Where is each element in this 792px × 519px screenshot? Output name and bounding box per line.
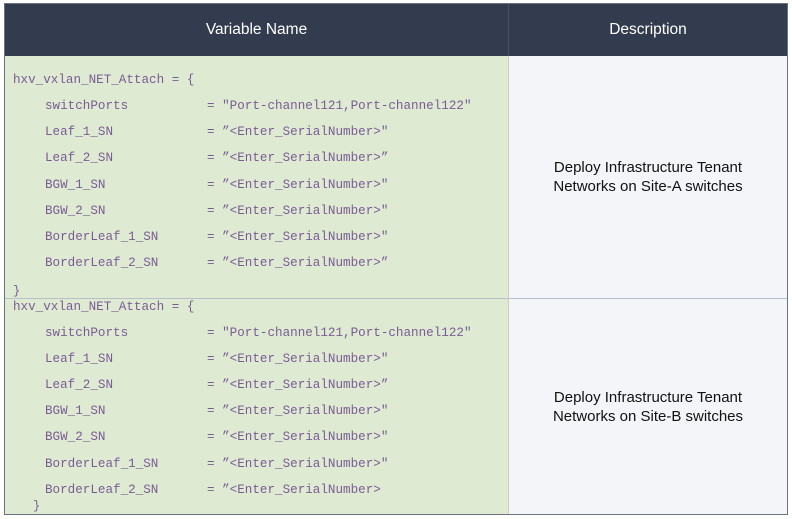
code-entry: Leaf_1_SN = ”<Enter_SerialNumber>" <box>45 351 388 367</box>
code-opening: hxv_vxlan_NET_Attach = { <box>13 300 195 314</box>
entry-value: = ”<Enter_SerialNumber>" <box>207 404 389 418</box>
code-entry: BorderLeaf_1_SN = ”<Enter_SerialNumber>" <box>45 456 388 472</box>
description-line: Deploy Infrastructure Tenant <box>553 388 743 406</box>
header-variable-name: Variable Name <box>5 4 509 56</box>
entry-key: BGW_1_SN <box>45 178 106 192</box>
entry-value: = ”<Enter_SerialNumber>" <box>207 352 389 366</box>
entry-key: BorderLeaf_2_SN <box>45 256 159 270</box>
header-description: Description <box>509 4 787 56</box>
code-entry: Leaf_2_SN = ”<Enter_SerialNumber>” <box>45 150 388 166</box>
entry-key: BorderLeaf_1_SN <box>45 230 159 244</box>
description-line: Deploy Infrastructure Tenant <box>553 159 743 176</box>
entry-value: = ”<Enter_SerialNumber>" <box>207 230 389 244</box>
code-cell-site-b: hxv_vxlan_NET_Attach = { switchPorts = "P… <box>5 299 509 514</box>
entry-key: BorderLeaf_2_SN <box>45 483 159 497</box>
entry-key: BGW_1_SN <box>45 404 106 418</box>
code-cell-site-a: hxv_vxlan_NET_Attach = { switchPorts = "P… <box>5 56 509 299</box>
code-entry: BGW_1_SN = ”<Enter_SerialNumber>" <box>45 403 388 419</box>
code-entry: BGW_2_SN = ”<Enter_SerialNumber>" <box>45 429 388 445</box>
entry-key: Leaf_2_SN <box>45 378 114 392</box>
entry-key: Leaf_1_SN <box>45 125 114 139</box>
entry-key: Leaf_2_SN <box>45 151 114 165</box>
code-entry: Leaf_1_SN = ”<Enter_SerialNumber>" <box>45 124 388 140</box>
entry-value: = ”<Enter_SerialNumber>” <box>207 256 389 270</box>
entry-key: BGW_2_SN <box>45 204 106 218</box>
code-entry: switchPorts = "Port-channel121,Port-chann… <box>45 98 472 114</box>
code-entry: Leaf_2_SN = ”<Enter_SerialNumber>” <box>45 377 388 393</box>
description-line: Networks on Site-B switches <box>552 407 744 425</box>
entry-value: = "Port-channel121,Port-channel122" <box>207 326 472 340</box>
entry-value: = ”<Enter_SerialNumber>" <box>207 430 389 444</box>
entry-value: = ”<Enter_SerialNumber>" <box>207 125 389 139</box>
entry-key: switchPorts <box>45 326 129 340</box>
description-cell-site-a: Deploy Infrastructure Tenant Networks on… <box>509 56 787 299</box>
code-entry: BorderLeaf_2_SN = ”<Enter_SerialNumber> <box>45 482 381 498</box>
code-entry: BorderLeaf_2_SN = ”<Enter_SerialNumber>” <box>45 255 388 271</box>
code-opening: hxv_vxlan_NET_Attach = { <box>13 73 195 87</box>
code-entry: BGW_2_SN = ”<Enter_SerialNumber>" <box>45 203 388 219</box>
description-cell-site-b: Deploy Infrastructure Tenant Networks on… <box>509 299 787 514</box>
description-line: Networks on Site-A switches <box>553 178 743 195</box>
code-closing: } <box>33 499 41 513</box>
code-closing: } <box>13 284 21 298</box>
entry-value: = ”<Enter_SerialNumber>" <box>207 204 389 218</box>
entry-value: = ”<Enter_SerialNumber>” <box>207 378 389 392</box>
entry-value: = ”<Enter_SerialNumber>" <box>207 178 389 192</box>
code-entry: BorderLeaf_1_SN = ”<Enter_SerialNumber>" <box>45 229 388 245</box>
entry-value: = ”<Enter_SerialNumber>" <box>207 457 389 471</box>
entry-value: = ”<Enter_SerialNumber> <box>207 483 381 497</box>
entry-key: BGW_2_SN <box>45 430 106 444</box>
code-entry: switchPorts = "Port-channel121,Port-chann… <box>45 325 472 341</box>
entry-key: BorderLeaf_1_SN <box>45 457 159 471</box>
variables-table: Variable Name Description hxv_vxlan_NET_… <box>4 3 788 515</box>
entry-value: = "Port-channel121,Port-channel122" <box>207 99 472 113</box>
code-entry: BGW_1_SN = ”<Enter_SerialNumber>" <box>45 177 388 193</box>
entry-key: switchPorts <box>45 99 129 113</box>
entry-key: Leaf_1_SN <box>45 352 114 366</box>
entry-value: = ”<Enter_SerialNumber>” <box>207 151 389 165</box>
